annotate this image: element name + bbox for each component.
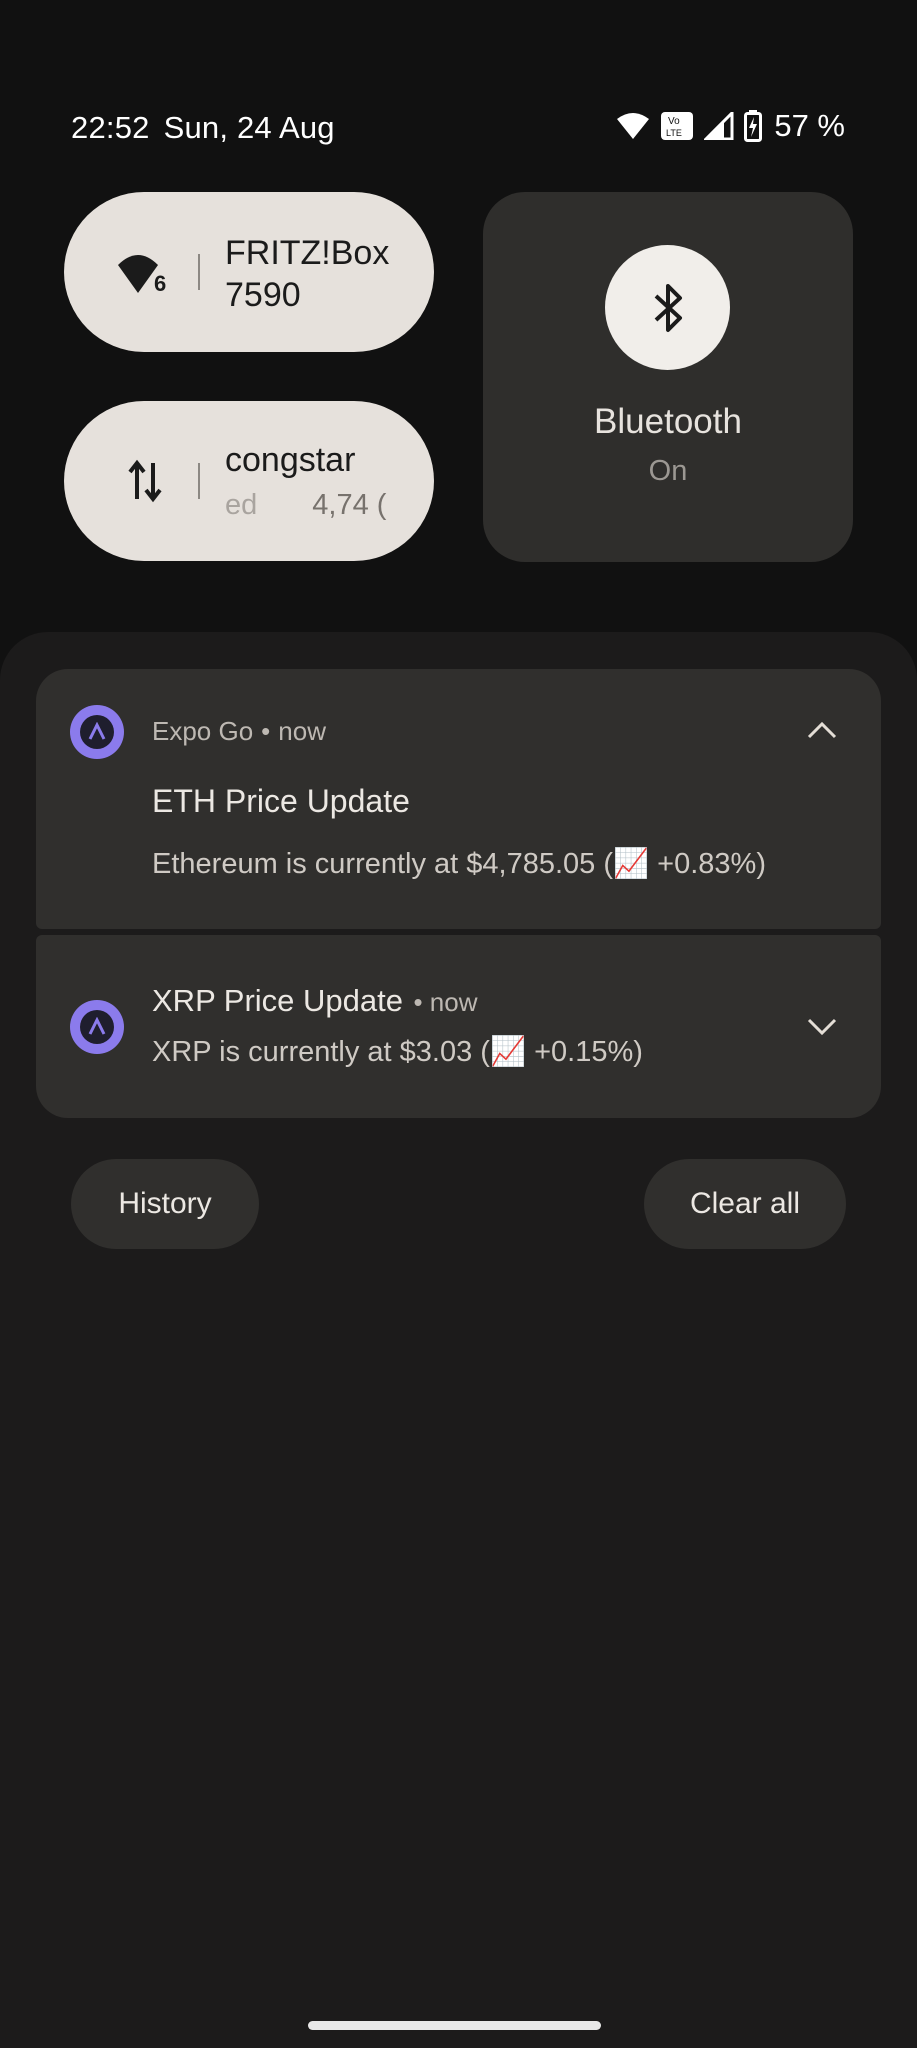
- clear-all-button[interactable]: Clear all: [644, 1159, 846, 1249]
- cell-signal-icon: [704, 112, 734, 140]
- expand-chevron-down-icon[interactable]: [797, 1002, 847, 1052]
- bluetooth-icon: [605, 245, 730, 370]
- status-time: 22:52: [71, 110, 150, 145]
- carrier-name: congstar: [225, 441, 356, 479]
- wifi-tile[interactable]: 6 FRITZ!Box 7590: [64, 192, 434, 352]
- notification-time: now: [278, 716, 326, 746]
- notification-title: ETH Price Update: [152, 783, 410, 819]
- battery-charging-icon: [744, 110, 763, 142]
- wifi-icon: [617, 113, 650, 139]
- svg-text:Vo: Vo: [668, 116, 680, 127]
- notification-header: Expo Go • now: [152, 716, 326, 746]
- status-time-date: 22:52 Sun, 24 Aug: [71, 110, 349, 146]
- data-usage-text-right: 4,74 (: [312, 489, 387, 521]
- gesture-nav-handle[interactable]: [308, 2021, 601, 2030]
- expo-go-app-icon: [70, 705, 124, 759]
- battery-percent: 57 %: [774, 108, 845, 143]
- notification-body: XRP is currently at $3.03 (📈 +0.15%): [152, 1036, 643, 1068]
- notification-title: XRP Price Update: [152, 983, 403, 1018]
- expo-go-app-icon: [70, 1000, 124, 1054]
- bluetooth-state: On: [648, 455, 688, 487]
- notification-app-name: Expo Go: [152, 716, 254, 746]
- history-button[interactable]: History: [71, 1159, 259, 1249]
- tile-divider: [198, 254, 200, 290]
- notification-body: Ethereum is currently at $4,785.05 (📈 +0…: [152, 848, 766, 880]
- collapse-chevron-up-icon[interactable]: [797, 705, 847, 755]
- notification-title-row: XRP Price Update • now: [152, 983, 478, 1018]
- wifi-network-name: FRITZ!Box 7590: [225, 234, 390, 314]
- tile-divider: [198, 463, 200, 499]
- status-date: Sun, 24 Aug: [163, 110, 335, 145]
- system-icons: Vo LTE 57 %: [616, 108, 845, 144]
- data-usage-text-left: ed: [225, 489, 258, 521]
- svg-text:6: 6: [154, 271, 166, 295]
- notification-time: now: [429, 987, 478, 1017]
- mobile-data-tile[interactable]: congstar ed 4,74 (: [64, 401, 434, 561]
- svg-text:LTE: LTE: [666, 128, 682, 138]
- notification-card-eth[interactable]: Expo Go • now ETH Price Update Ethereum is…: [36, 669, 881, 929]
- bluetooth-label: Bluetooth: [594, 402, 742, 441]
- bluetooth-tile[interactable]: Bluetooth On: [483, 192, 853, 562]
- notification-card-xrp[interactable]: XRP Price Update • now XRP is currently …: [36, 935, 881, 1118]
- data-arrows-icon: [116, 453, 174, 509]
- wifi-6-icon: 6: [116, 244, 174, 300]
- data-usage-ticker: ed 4,74 (: [225, 489, 405, 522]
- volte-icon: Vo LTE: [661, 112, 694, 140]
